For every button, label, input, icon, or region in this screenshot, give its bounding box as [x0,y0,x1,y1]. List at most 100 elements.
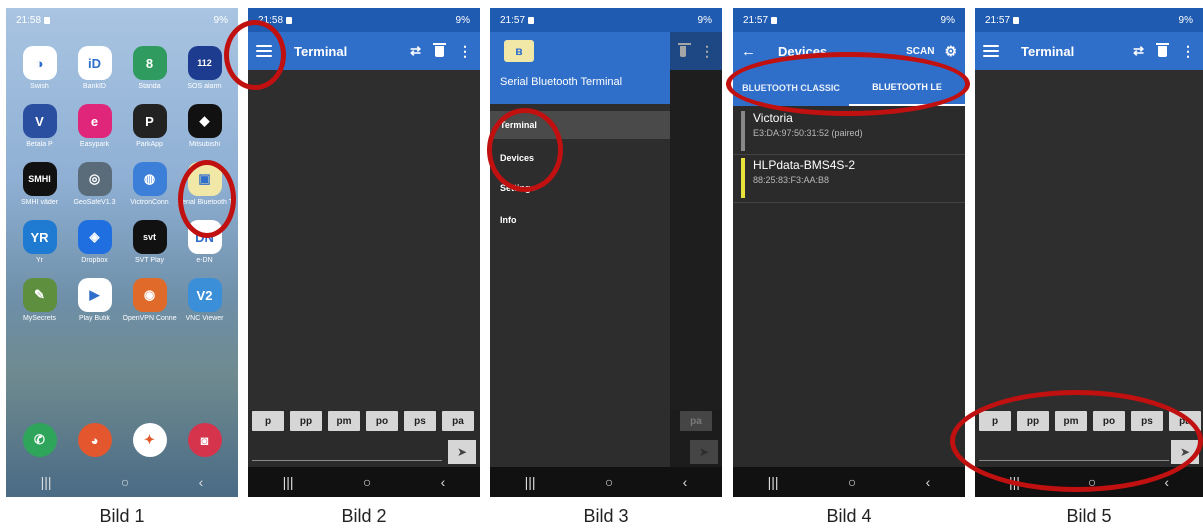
app-icon-item[interactable]: iD BankID [67,46,122,90]
home-icon[interactable]: ○ [1088,474,1096,490]
delete-icon[interactable] [433,42,446,57]
app-icon-item[interactable]: 112 SOS alarm [177,46,232,90]
recent-apps-icon[interactable]: ||| [41,474,52,490]
settings-gear-icon[interactable]: ⚙ [944,43,957,60]
back-icon[interactable]: ‹ [926,474,931,490]
macro-button[interactable]: pa [442,411,474,431]
message-input[interactable] [252,460,442,461]
app-icon-item[interactable]: ▶ Play Butik [67,278,122,322]
macro-button[interactable]: pm [1055,411,1087,431]
app-label: SOS alarm [187,83,222,90]
app-label: Play Butik [78,315,111,322]
recent-apps-icon[interactable]: ||| [1009,474,1020,490]
macro-button[interactable]: p [252,411,284,431]
app-icon: ✎ [22,278,57,312]
app-icon-item[interactable]: ◈ Dropbox [67,220,122,264]
macro-button[interactable]: po [1093,411,1125,431]
bluetooth-tabs: BLUETOOTH CLASSIC BLUETOOTH LE [733,70,965,106]
drawer-scrim[interactable] [670,32,722,467]
tab-bluetooth-classic[interactable]: BLUETOOTH CLASSIC [733,70,849,106]
app-icon-item[interactable]: ◆ Mitsubishi [177,104,232,148]
device-item[interactable]: Victoria E3:DA:97:50:31:52 (paired) [741,111,961,151]
app-icon: ◉ [132,278,167,312]
app-icon: V2 [187,278,222,312]
app-icon-item[interactable]: ◉ OpenVPN Connect [122,278,177,322]
app-icon-item[interactable]: DN e-DN [177,220,232,264]
status-time: 21:57 [500,14,526,26]
back-icon[interactable]: ‹ [441,474,446,490]
home-icon[interactable]: ○ [605,474,613,490]
scan-button[interactable]: SCAN [906,46,934,57]
app-icon-item[interactable]: SMHI SMHI väder [12,162,67,206]
message-input[interactable] [979,460,1169,461]
macro-button[interactable]: p [979,411,1011,431]
recent-apps-icon[interactable]: ||| [768,474,779,490]
tab-bluetooth-le[interactable]: BLUETOOTH LE [849,70,965,106]
app-label: Easypark [79,141,110,148]
macro-button[interactable]: ps [1131,411,1163,431]
app-label: e-DN [196,257,213,264]
app-icon-item[interactable]: ◑ Swish [12,46,67,90]
phone-devices: 21:57 9% ← Devices SCAN ⚙ BLUETOOTH CLAS… [733,8,965,497]
back-arrow-icon[interactable]: ← [741,43,756,60]
status-bar: 21:57 9% [733,8,965,32]
overflow-menu-icon[interactable]: ⋮ [458,43,472,60]
app-icon-item[interactable]: YR Yr [12,220,67,264]
connect-icon[interactable]: ⇄ [410,43,421,59]
app-icon-item[interactable]: 8 Standa [122,46,177,90]
app-icon-item[interactable]: V Betala P [12,104,67,148]
macro-button[interactable]: pa [1169,411,1201,431]
recent-apps-icon[interactable]: ||| [525,474,536,490]
menu-icon[interactable] [256,45,272,57]
send-button[interactable]: ➤ [1171,440,1199,464]
app-label: Yr [36,257,43,264]
send-button[interactable]: ➤ [448,440,476,464]
delete-icon[interactable] [1156,42,1169,57]
app-label: Swish [30,83,49,90]
macro-button[interactable]: pm [328,411,360,431]
macro-button[interactable]: po [366,411,398,431]
battery-level: 9% [455,14,470,26]
app-icon: V [22,104,57,138]
recent-apps-icon[interactable]: ||| [283,474,294,490]
dock-app-item[interactable]: ◕ [67,423,122,457]
back-icon[interactable]: ‹ [1164,474,1169,490]
dock-app-item[interactable]: ✦ [122,423,177,457]
app-icon-item[interactable]: ▣ Serial Bluetooth Te [177,162,232,206]
macro-button[interactable]: pp [1017,411,1049,431]
menu-icon[interactable] [983,45,999,57]
app-label: GeoSafeV1.3 [73,199,116,206]
app-icon-item[interactable]: V2 VNC Viewer [177,278,232,322]
drawer-item-settings[interactable]: Settings [490,174,670,202]
dock-app-item[interactable]: ◙ [177,423,232,457]
back-icon[interactable]: ‹ [199,474,204,490]
macro-button[interactable]: pp [290,411,322,431]
app-label: ParkApp [136,141,163,148]
status-bar: 21:58 9% [248,8,480,32]
home-icon[interactable]: ○ [363,474,371,490]
dock-app-item[interactable]: ✆ [12,423,67,457]
app-label: Standa [138,83,161,90]
overflow-menu-icon[interactable]: ⋮ [1181,43,1195,60]
macro-button[interactable]: ps [404,411,436,431]
home-icon[interactable]: ○ [848,474,856,490]
connect-icon[interactable]: ⇄ [1133,43,1144,59]
app-icon-item[interactable]: P ParkApp [122,104,177,148]
device-item[interactable]: HLPdata-BMS4S-2 88:25:83:F3:AA:B8 [741,158,961,198]
macro-buttons: p pp pm po ps pa [252,411,480,431]
drawer-item-devices[interactable]: Devices [490,144,670,172]
app-icon-item[interactable]: ✎ MySecrets [12,278,67,322]
status-time: 21:57 [743,14,769,26]
back-icon[interactable]: ‹ [683,474,688,490]
app-label: Betala P [26,141,53,148]
page-title: Terminal [294,43,348,59]
navigation-drawer: ʙ Serial Bluetooth Terminal Terminal Dev… [490,32,670,467]
home-icon[interactable]: ○ [121,474,129,490]
app-icon-item[interactable]: ◍ VictronConn [122,162,177,206]
app-icon-item[interactable]: svt SVT Play [122,220,177,264]
nav-bar: ||| ○ ‹ [975,467,1203,497]
app-icon-item[interactable]: ◎ GeoSafeV1.3 [67,162,122,206]
drawer-item-terminal[interactable]: Terminal [490,111,670,139]
app-icon-item[interactable]: e Easypark [67,104,122,148]
drawer-item-info[interactable]: Info [490,206,670,234]
